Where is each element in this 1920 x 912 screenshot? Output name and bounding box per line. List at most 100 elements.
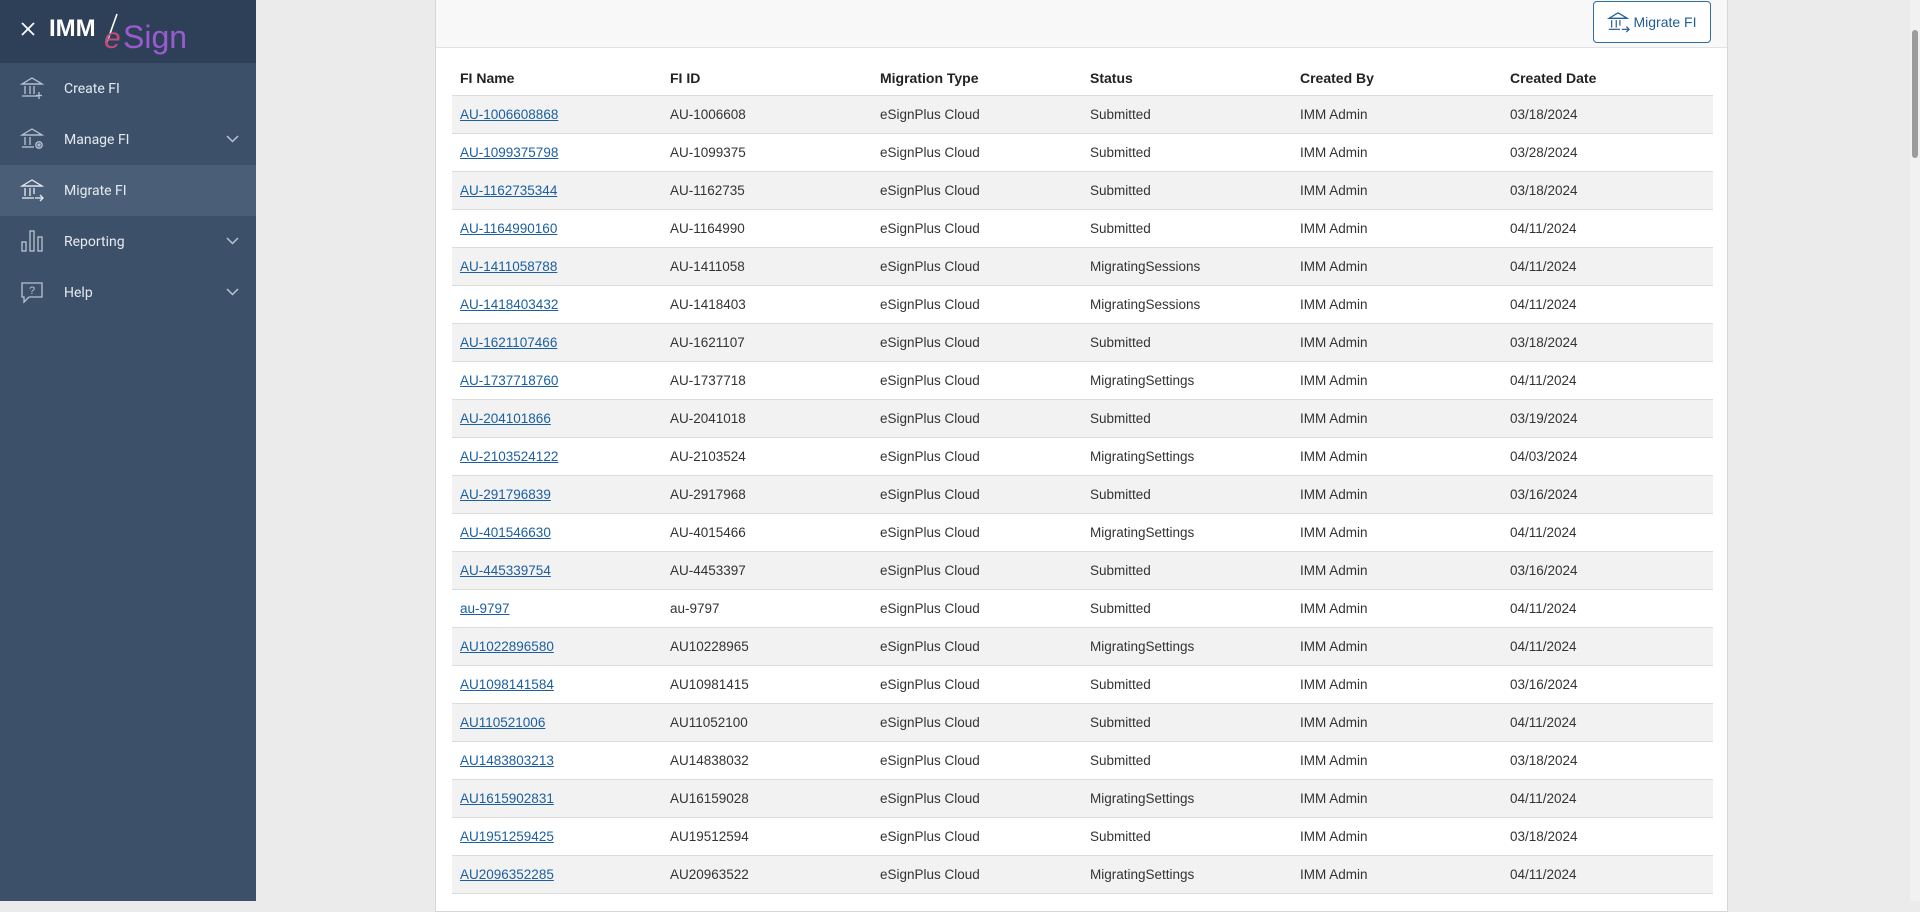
table-cell: IMM Admin (1292, 399, 1502, 438)
table-cell: AU-2103524122 (452, 437, 662, 476)
table-cell: AU19512594 (662, 817, 872, 856)
fi-name-link[interactable]: AU1951259425 (460, 829, 554, 844)
table-cell: eSignPlus Cloud (872, 703, 1082, 742)
sidebar-item-label: Create FI (64, 80, 120, 97)
table-cell: IMM Admin (1292, 513, 1502, 552)
table-cell: 03/16/2024 (1502, 551, 1713, 590)
table-cell: au-9797 (452, 589, 662, 628)
sidebar: IMM e Sign Create FI Manage FI Migrate F… (0, 0, 256, 901)
sidebar-item-reporting[interactable]: Reporting (0, 216, 256, 267)
fi-name-link[interactable]: AU-445339754 (460, 563, 551, 578)
migrate-fi-button[interactable]: Migrate FI (1593, 1, 1711, 43)
fi-name-link[interactable]: AU-2103524122 (460, 449, 558, 464)
table-row: AU-1164990160 AU-1164990 eSignPlus Cloud Su… (452, 209, 1713, 248)
table-cell: AU20963522 (662, 855, 872, 894)
fi-name-link[interactable]: AU-1621107466 (460, 335, 557, 350)
table-cell: 03/18/2024 (1502, 95, 1713, 134)
table-cell: AU-2041018 (662, 399, 872, 438)
table-row: AU-1418403432 AU-1418403 eSignPlus Cloud Mi… (452, 285, 1713, 324)
sidebar-item-help[interactable]: ? Help (0, 267, 256, 318)
table-cell: AU1098141584 (452, 665, 662, 704)
table-cell: IMM Admin (1292, 703, 1502, 742)
table-row: AU-1621107466 AU-1621107 eSignPlus Cloud Su… (452, 323, 1713, 362)
fi-name-link[interactable]: AU2096352285 (460, 867, 554, 882)
table-cell: 03/19/2024 (1502, 399, 1713, 438)
table-cell: 04/11/2024 (1502, 703, 1713, 742)
fi-name-link[interactable]: AU-1737718760 (460, 373, 558, 388)
fi-name-link[interactable]: AU-204101866 (460, 411, 551, 426)
scrollbar[interactable] (1910, 0, 1920, 901)
table-cell: AU1951259425 (452, 817, 662, 856)
table-cell: 03/18/2024 (1502, 171, 1713, 210)
table-cell: MigratingSettings (1082, 627, 1292, 666)
fi-name-link[interactable]: AU1483803213 (460, 753, 554, 768)
table-cell: AU2096352285 (452, 855, 662, 894)
sidebar-item-migrate-fi[interactable]: Migrate FI (0, 165, 256, 216)
sidebar-nav: Create FI Manage FI Migrate FI Reporting (0, 63, 256, 318)
table-cell: AU-1737718760 (452, 361, 662, 400)
column-header: FI ID (662, 61, 872, 96)
table-cell: eSignPlus Cloud (872, 475, 1082, 514)
table-cell: AU-1162735344 (452, 171, 662, 210)
fi-name-link[interactable]: AU1022896580 (460, 639, 554, 654)
fi-name-link[interactable]: AU-1418403432 (460, 297, 558, 312)
table-row: AU-204101866 AU-2041018 eSignPlus Cloud Sub… (452, 399, 1713, 438)
table-cell: AU110521006 (452, 703, 662, 742)
table-cell: MigratingSettings (1082, 855, 1292, 894)
table-cell: MigratingSettings (1082, 513, 1292, 552)
fi-name-link[interactable]: AU-401546630 (460, 525, 551, 540)
fi-name-link[interactable]: AU1615902831 (460, 791, 554, 806)
table-cell: AU11052100 (662, 703, 872, 742)
table-row: AU1615902831 AU16159028 eSignPlus Cloud Mig… (452, 779, 1713, 818)
sidebar-item-create-fi[interactable]: Create FI (0, 63, 256, 114)
table-cell: eSignPlus Cloud (872, 817, 1082, 856)
column-header: FI Name (452, 61, 662, 96)
table-cell: eSignPlus Cloud (872, 741, 1082, 780)
table-cell: Submitted (1082, 551, 1292, 590)
table-cell: Submitted (1082, 399, 1292, 438)
close-icon[interactable] (20, 21, 36, 37)
table-cell: AU-1164990160 (452, 209, 662, 248)
table-cell: 03/18/2024 (1502, 817, 1713, 856)
column-header: Status (1082, 61, 1292, 96)
table-cell: AU-1162735 (662, 171, 872, 210)
table-header-row: FI Name FI ID Migration Type Status Created … (452, 61, 1713, 96)
table-cell: 04/11/2024 (1502, 209, 1713, 248)
sidebar-item-manage-fi[interactable]: Manage FI (0, 114, 256, 165)
fi-name-link[interactable]: AU-1006608868 (460, 107, 558, 122)
table-cell: eSignPlus Cloud (872, 627, 1082, 666)
table-cell: IMM Admin (1292, 551, 1502, 590)
chevron-down-icon (226, 237, 239, 245)
table-row: AU1483803213 AU14838032 eSignPlus Cloud Sub… (452, 741, 1713, 780)
fi-name-link[interactable]: AU-1162735344 (460, 183, 557, 198)
fi-name-link[interactable]: AU1098141584 (460, 677, 554, 692)
table-cell: IMM Admin (1292, 361, 1502, 400)
fi-name-link[interactable]: au-9797 (460, 601, 510, 616)
main-content: Migrate FI FI Name FI ID Migration Type Sta… (256, 0, 1920, 912)
table-cell: 03/18/2024 (1502, 323, 1713, 362)
fi-name-link[interactable]: AU-1164990160 (460, 221, 557, 236)
table-cell: AU-291796839 (452, 475, 662, 514)
table-cell: AU-1621107 (662, 323, 872, 362)
fi-name-link[interactable]: AU110521006 (460, 715, 545, 730)
table-cell: IMM Admin (1292, 741, 1502, 780)
table-cell: Submitted (1082, 475, 1292, 514)
table-row: AU-1737718760 AU-1737718 eSignPlus Cloud Mi… (452, 361, 1713, 400)
fi-name-link[interactable]: AU-291796839 (460, 487, 551, 502)
fi-name-link[interactable]: AU-1411058788 (460, 259, 557, 274)
table-cell: MigratingSettings (1082, 779, 1292, 818)
table-cell: AU-4453397 (662, 551, 872, 590)
table-row: AU110521006 AU11052100 eSignPlus Cloud Subm… (452, 703, 1713, 742)
table-cell: AU-1621107466 (452, 323, 662, 362)
table-row: AU1022896580 AU10228965 eSignPlus Cloud Mig… (452, 627, 1713, 666)
table-cell: eSignPlus Cloud (872, 171, 1082, 210)
scrollbar-thumb[interactable] (1912, 30, 1918, 158)
fi-name-link[interactable]: AU-1099375798 (460, 145, 558, 160)
table-cell: AU-1737718 (662, 361, 872, 400)
table-cell: AU14838032 (662, 741, 872, 780)
table-cell: AU-1006608868 (452, 95, 662, 134)
table-cell: Submitted (1082, 133, 1292, 172)
table-row: AU-2103524122 AU-2103524 eSignPlus Cloud Mi… (452, 437, 1713, 476)
table-cell: Submitted (1082, 589, 1292, 628)
table-cell: AU-204101866 (452, 399, 662, 438)
